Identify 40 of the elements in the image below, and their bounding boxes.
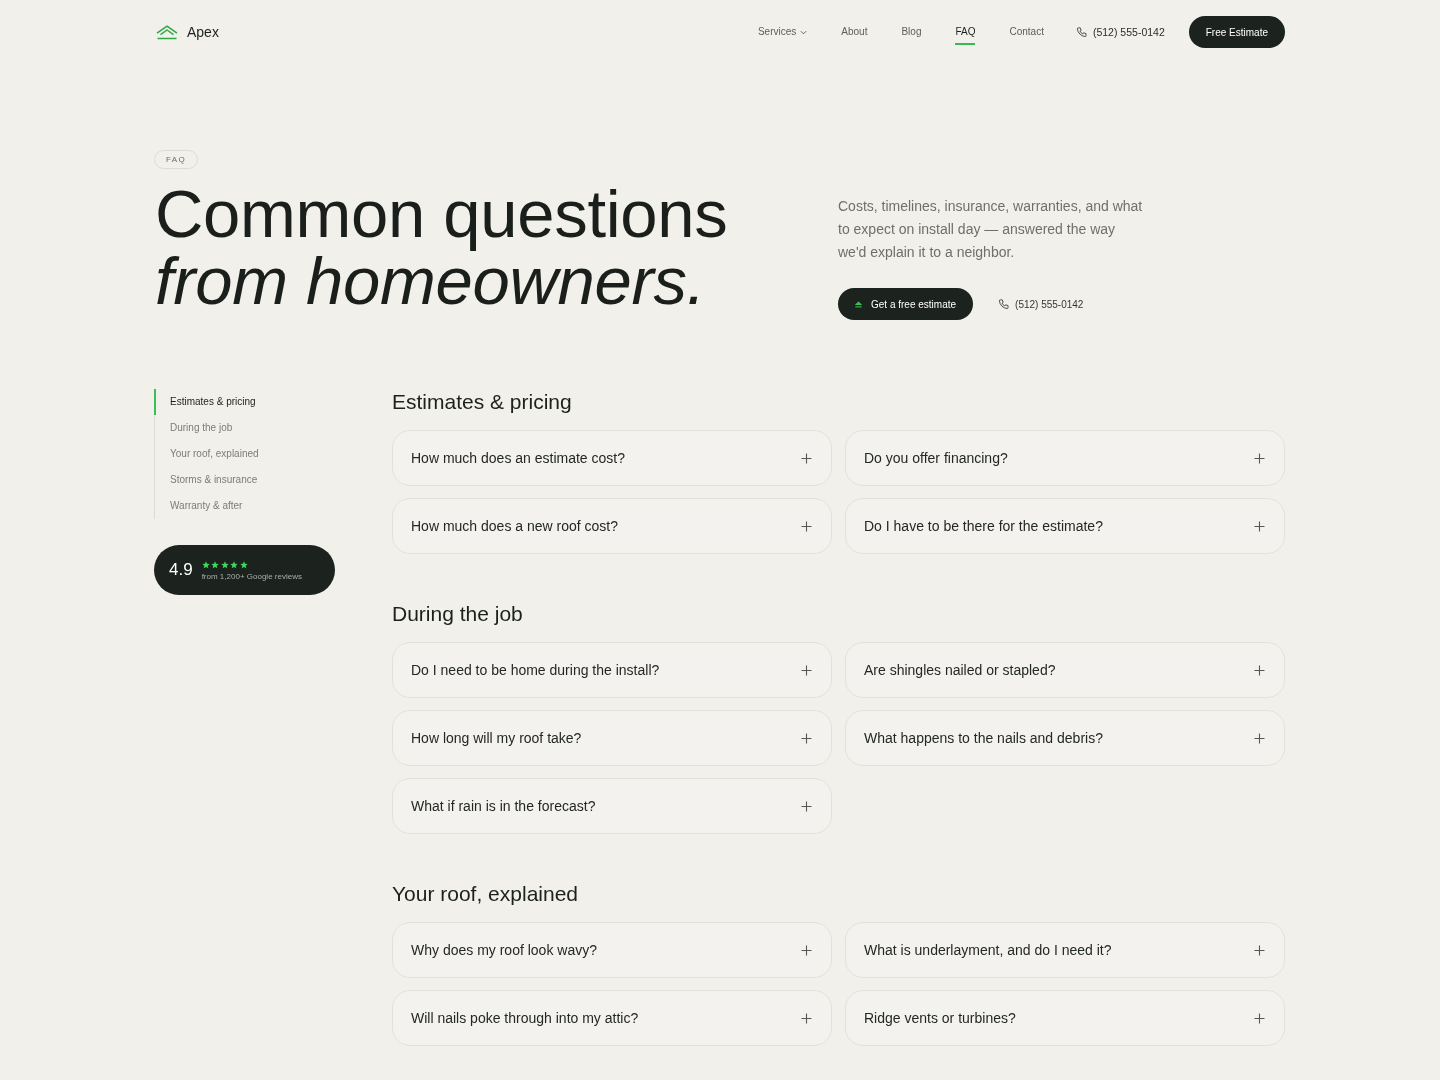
roof-icon: [854, 300, 863, 308]
section-heading: During the job: [392, 602, 524, 626]
sidebar-link[interactable]: Estimates & pricing: [154, 389, 335, 415]
phone-link[interactable]: (512) 555-0142: [998, 298, 1084, 310]
nav-link[interactable]: Services: [757, 19, 808, 45]
faq-question[interactable]: Why does my roof look wavy?: [392, 922, 832, 978]
rating-caption: from 1,200+ Google reviews: [201, 572, 302, 581]
faq-question[interactable]: What if rain is in the forecast?: [392, 778, 832, 834]
phone-icon: [998, 298, 1010, 310]
faq-question[interactable]: How much does a new roof cost?: [392, 498, 832, 554]
nav-link[interactable]: FAQ: [955, 19, 976, 45]
faq-question[interactable]: Do I need to be home during the install?: [392, 642, 832, 698]
phone-icon: [1075, 26, 1087, 38]
caret-icon: [800, 29, 808, 35]
logo-icon: [156, 24, 178, 40]
faq-question[interactable]: Do you offer financing?: [845, 430, 1285, 486]
section-heading: Your roof, explained: [392, 882, 580, 906]
nav-link[interactable]: Contact: [1009, 19, 1044, 45]
sidebar-link[interactable]: During the job: [154, 415, 335, 441]
phone-link[interactable]: (512) 555-0142: [1075, 26, 1165, 38]
faq-question[interactable]: How much does an estimate cost?: [392, 430, 832, 486]
section-heading: Estimates & pricing: [392, 390, 573, 414]
faq-question[interactable]: How long will my roof take?: [392, 710, 832, 766]
faq-question[interactable]: Will nails poke through into my attic?: [392, 990, 832, 1046]
nav-link[interactable]: About: [841, 19, 868, 45]
rating-score: 4.9: [169, 560, 193, 580]
faq-question[interactable]: Do I have to be there for the estimate?: [845, 498, 1285, 554]
faq-question[interactable]: What is underlayment, and do I need it?: [845, 922, 1285, 978]
sidebar-link[interactable]: Your roof, explained: [154, 441, 335, 467]
sidebar-link[interactable]: Storms & insurance: [154, 467, 335, 493]
estimate-button[interactable]: Get a free estimate: [838, 288, 974, 320]
sidebar-link[interactable]: Warranty & after: [154, 493, 335, 519]
free-estimate-button[interactable]: Free Estimate: [1188, 16, 1285, 48]
logo-link[interactable]: Apex: [156, 24, 219, 40]
faq-question[interactable]: What happens to the nails and debris?: [845, 710, 1285, 766]
intro-text: Costs, timelines, insurance, warranties, and what to expect on install day — answered the way we'd explain it to a neighbor.: [838, 197, 1143, 262]
nav-link[interactable]: Blog: [901, 19, 922, 45]
faq-question[interactable]: Are shingles nailed or stapled?: [845, 642, 1285, 698]
faq-question[interactable]: Ridge vents or turbines?: [845, 990, 1285, 1046]
page-title: Common questions from homeowners.: [155, 180, 729, 314]
